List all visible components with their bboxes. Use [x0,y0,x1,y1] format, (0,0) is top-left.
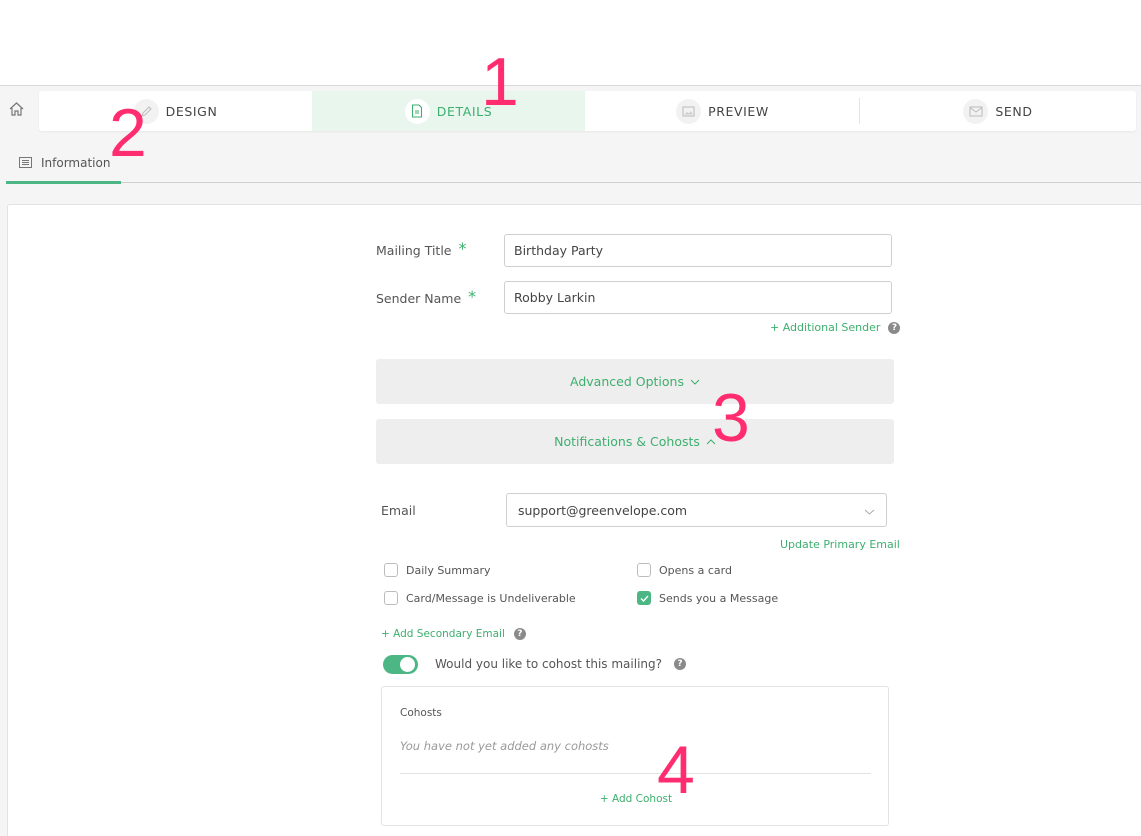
step-preview-label: PREVIEW [708,103,769,119]
cohost-toggle[interactable] [383,655,418,674]
divider [400,773,871,774]
undeliverable-checkbox[interactable]: Card/Message is Undeliverable [384,591,576,605]
checkbox-box[interactable] [637,563,651,577]
add-secondary-email-row: + Add Secondary Email ? [381,628,526,640]
home-button[interactable] [6,101,26,121]
tab-information[interactable]: Information [6,142,121,184]
opens-card-label: Opens a card [659,563,732,577]
sender-name-label: Sender Name * [376,287,477,308]
email-select[interactable]: support@greenvelope.com [506,493,887,527]
add-cohost-link[interactable]: + Add Cohost [382,793,890,805]
help-icon[interactable]: ? [888,321,901,334]
add-secondary-email-link[interactable]: + Add Secondary Email [381,628,505,640]
image-icon [676,98,702,124]
list-icon [19,157,32,168]
chevron-down-icon [864,503,875,518]
cohosts-empty-text: You have not yet added any cohosts [400,739,609,753]
sender-name-label-text: Sender Name [376,291,462,306]
step-design[interactable]: DESIGN [39,91,312,131]
advanced-options-accordion[interactable]: Advanced Options [376,359,894,404]
required-mark: * [458,239,467,258]
email-select-value: support@greenvelope.com [518,502,688,518]
mailing-title-label-text: Mailing Title [376,243,452,258]
daily-summary-checkbox[interactable]: Daily Summary [384,563,491,577]
sends-message-checkbox[interactable]: Sends you a Message [637,591,778,605]
step-send-label: SEND [995,103,1033,119]
cohost-question-row: Would you like to cohost this mailing? ? [435,657,686,671]
home-icon [8,101,25,121]
pencil-icon [133,98,159,124]
checkbox-box[interactable] [384,563,398,577]
top-blank-area [0,0,1141,85]
document-icon [404,98,430,124]
notifications-cohosts-label: Notifications & Cohosts [554,434,700,449]
checkbox-box[interactable] [384,591,398,605]
toggle-knob [400,657,415,672]
help-icon[interactable]: ? [513,628,526,640]
additional-sender-link[interactable]: + Additional Sender [770,321,880,334]
subtab-bar: Information [6,142,1141,184]
cohost-question-label: Would you like to cohost this mailing? [435,657,662,671]
daily-summary-label: Daily Summary [406,563,491,577]
step-details[interactable]: DETAILS [312,91,585,131]
sends-message-label: Sends you a Message [659,591,779,605]
undeliverable-label: Card/Message is Undeliverable [406,591,576,605]
chevron-down-icon [690,379,700,385]
additional-sender-row: + Additional Sender ? [770,321,901,334]
notifications-cohosts-accordion[interactable]: Notifications & Cohosts [376,419,894,464]
required-mark: * [468,287,477,306]
mailing-title-input[interactable] [504,234,892,267]
chevron-up-icon [706,438,716,445]
advanced-options-label: Advanced Options [570,374,684,389]
email-label: Email [381,503,416,518]
step-preview[interactable]: PREVIEW [585,91,860,131]
checkmark-icon [640,595,649,602]
mailing-title-label: Mailing Title * [376,239,467,260]
step-details-label: DETAILS [436,103,493,119]
opens-card-checkbox[interactable]: Opens a card [637,563,732,577]
update-primary-email-link[interactable]: Update Primary Email [780,538,900,551]
sender-name-input[interactable] [504,281,892,314]
step-design-label: DESIGN [165,103,218,119]
envelope-icon [963,98,989,124]
step-send[interactable]: SEND [860,91,1136,131]
help-icon[interactable]: ? [674,658,686,670]
cohosts-title: Cohosts [400,707,442,719]
cohosts-panel: Cohosts You have not yet added any cohos… [381,686,889,826]
checkbox-box-checked[interactable] [637,591,651,605]
step-navigation: DESIGN DETAILS PREVIEW SEND [39,91,1136,131]
tab-information-label: Information [41,155,111,170]
